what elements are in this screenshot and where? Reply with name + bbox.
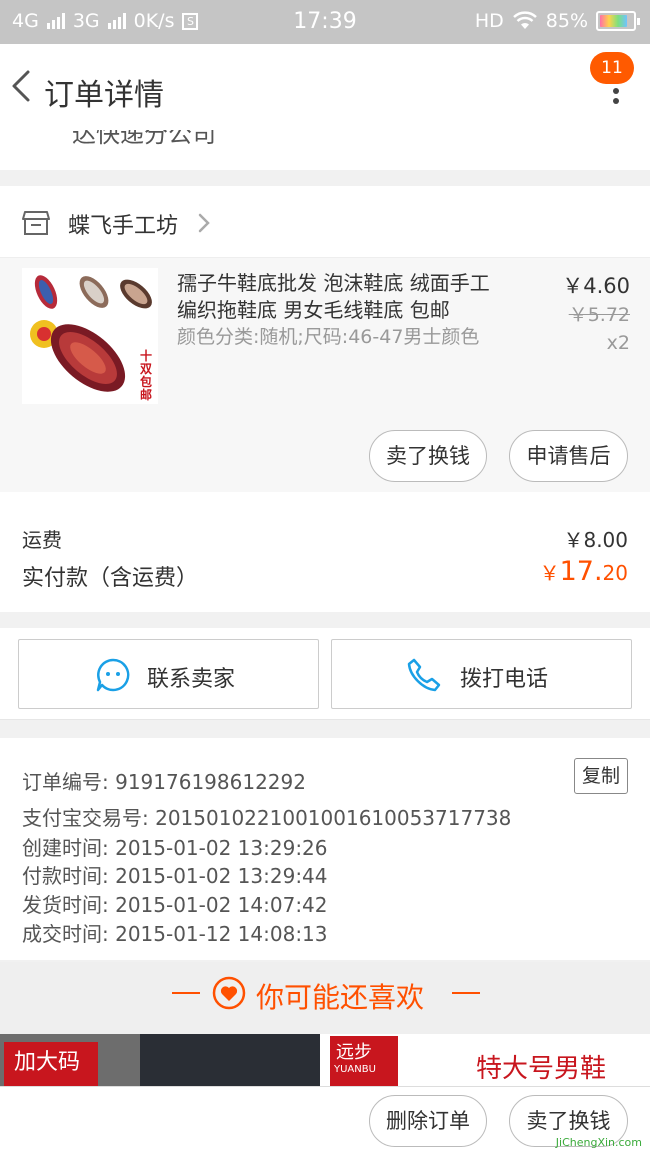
- order-number: 订单编号: 919176198612292: [22, 770, 306, 794]
- chevron-right-icon: [198, 213, 210, 233]
- shop-icon: [22, 211, 50, 235]
- delete-order-button[interactable]: 删除订单: [369, 1095, 487, 1147]
- phone-icon: [407, 658, 441, 692]
- ad2-text: 特大号男鞋: [476, 1054, 607, 1084]
- shop-row[interactable]: 蝶飞手工坊: [0, 186, 650, 258]
- order-info: 订单编号: 919176198612292 支付宝交易号: 2015010221…: [0, 738, 650, 960]
- product-title[interactable]: 孺子牛鞋底批发 泡沫鞋底 绒面手工编织拖鞋底 男女毛线鞋底 包邮: [177, 270, 507, 324]
- product-thumbnail[interactable]: 十双包邮: [22, 268, 158, 404]
- recommend-list: 加大码 远步 YUANBU 特大号男鞋: [0, 1034, 650, 1086]
- call-phone-label: 拨打电话: [460, 667, 549, 692]
- bottom-action-bar: 删除订单 卖了换钱 JiChengXin.com: [0, 1086, 650, 1155]
- total-currency: ￥: [539, 561, 560, 585]
- order-item[interactable]: 十双包邮 孺子牛鞋底批发 泡沫鞋底 绒面手工编织拖鞋底 男女毛线鞋底 包邮 颜色…: [0, 258, 650, 492]
- shipped-time: 发货时间: 2015-01-02 14:07:42: [22, 893, 328, 917]
- total-value: ￥17.20: [540, 556, 628, 587]
- total-integer: 17.: [559, 556, 603, 587]
- app-header: 订单详情 11: [0, 44, 650, 130]
- copy-button[interactable]: 复制: [574, 758, 628, 794]
- sell-for-cash-button[interactable]: 卖了换钱: [369, 430, 487, 482]
- battery-percent: 85%: [545, 10, 588, 32]
- completed-time: 成交时间: 2015-01-12 14:08:13: [22, 922, 328, 946]
- thumbnail-promo-text: 十双包邮: [140, 349, 153, 402]
- total-label: 实付款（含运费）: [22, 566, 199, 591]
- recommend-card-1[interactable]: 加大码: [0, 1034, 320, 1086]
- product-spec: 颜色分类:随机;尺码:46-47男士颜色: [177, 326, 480, 348]
- message-badge[interactable]: 11: [590, 52, 634, 84]
- contact-seller-button[interactable]: 联系卖家: [18, 639, 319, 709]
- wifi-icon: [512, 11, 537, 29]
- original-price: ￥5.72: [568, 304, 630, 326]
- contact-seller-label: 联系卖家: [147, 667, 236, 692]
- shipping-value: ￥8.00: [563, 528, 628, 552]
- brand-logo: 远步 YUANBU: [330, 1036, 398, 1086]
- alipay-trade-number: 支付宝交易号: 2015010221001001610053717738: [22, 806, 512, 830]
- ad1-text: 加大码: [14, 1050, 81, 1075]
- slippers-image: [30, 275, 152, 392]
- logistics-company: 达快递分公司: [72, 130, 216, 148]
- total-decimal: 20: [602, 561, 628, 585]
- recommend-header: 你可能还喜欢: [0, 962, 650, 1034]
- created-time: 创建时间: 2015-01-02 13:29:26: [22, 836, 328, 860]
- left-divider: [172, 992, 200, 994]
- hd-indicator: HD: [474, 10, 504, 32]
- contact-bar: 联系卖家 拨打电话: [0, 628, 650, 720]
- heart-icon: [212, 976, 246, 1010]
- shop-name[interactable]: 蝶飞手工坊: [68, 208, 178, 240]
- recommend-card-2[interactable]: 远步 YUANBU 特大号男鞋: [330, 1034, 650, 1086]
- paid-time: 付款时间: 2015-01-02 13:29:44: [22, 864, 328, 888]
- back-arrow-icon[interactable]: [8, 66, 38, 106]
- page-title: 订单详情: [44, 78, 164, 113]
- right-divider: [452, 992, 480, 994]
- battery-icon: [596, 11, 640, 31]
- after-sale-button[interactable]: 申请售后: [509, 430, 628, 482]
- recommend-title: 你可能还喜欢: [256, 981, 425, 1014]
- status-bar: 4G 3G 0K/s S 17:39 HD 85%: [0, 0, 650, 44]
- logistics-line: 达快递分公司: [0, 130, 650, 170]
- shipping-label: 运费: [22, 528, 62, 552]
- call-phone-button[interactable]: 拨打电话: [331, 639, 632, 709]
- unit-price: ￥4.60: [562, 274, 630, 298]
- quantity: x2: [606, 332, 630, 354]
- fee-summary: 运费 ￥8.00 实付款（含运费） ￥17.20: [0, 492, 650, 612]
- battery-fill: [600, 15, 628, 27]
- chat-bubble-icon: [96, 658, 130, 692]
- jacket-image: [140, 1034, 320, 1086]
- watermark: JiChengXin.com: [555, 1136, 642, 1149]
